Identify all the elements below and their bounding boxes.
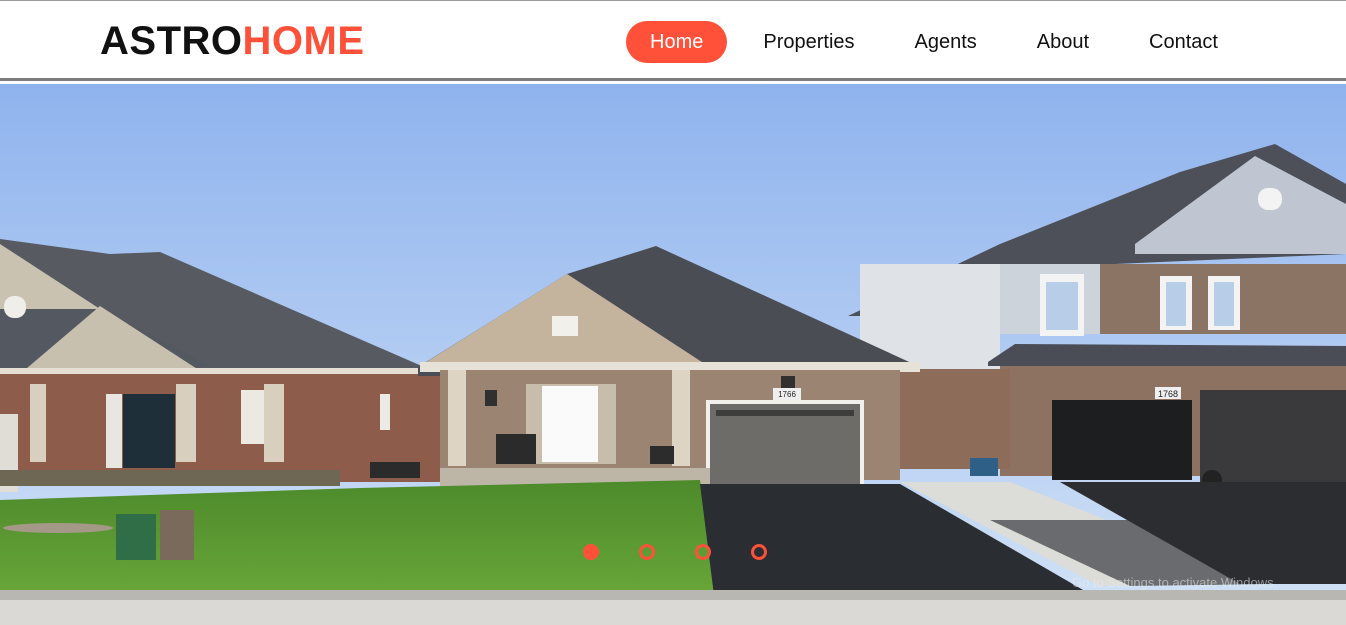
nav-link-home[interactable]: Home — [626, 21, 728, 63]
windows-activation-watermark: Go to Settings to activate Windows. — [1072, 575, 1278, 590]
slider-dot-4[interactable] — [751, 544, 767, 560]
logo-text-home: HOME — [242, 19, 365, 63]
slider-dot-3[interactable] — [695, 544, 711, 560]
slider-dot-1[interactable] — [583, 544, 599, 560]
site-logo[interactable]: ASTROHOME — [100, 19, 365, 63]
nav-link-about[interactable]: About — [1013, 21, 1113, 63]
house-number-right: 1768 — [1158, 389, 1178, 399]
nav-link-agents[interactable]: Agents — [891, 21, 1001, 63]
logo-text-astro: ASTRO — [100, 19, 243, 63]
nav-link-contact[interactable]: Contact — [1125, 21, 1242, 63]
hero-slider: 1768 1766 Go to Settings to activate Win… — [0, 84, 1346, 625]
house-number-center: 1766 — [778, 390, 796, 399]
nav-link-properties[interactable]: Properties — [739, 21, 878, 63]
main-navigation: Home Properties Agents About Contact — [626, 20, 1242, 64]
slider-dots — [583, 544, 767, 560]
slider-dot-2[interactable] — [639, 544, 655, 560]
site-header: ASTROHOME Home Properties Agents About C… — [0, 1, 1346, 81]
